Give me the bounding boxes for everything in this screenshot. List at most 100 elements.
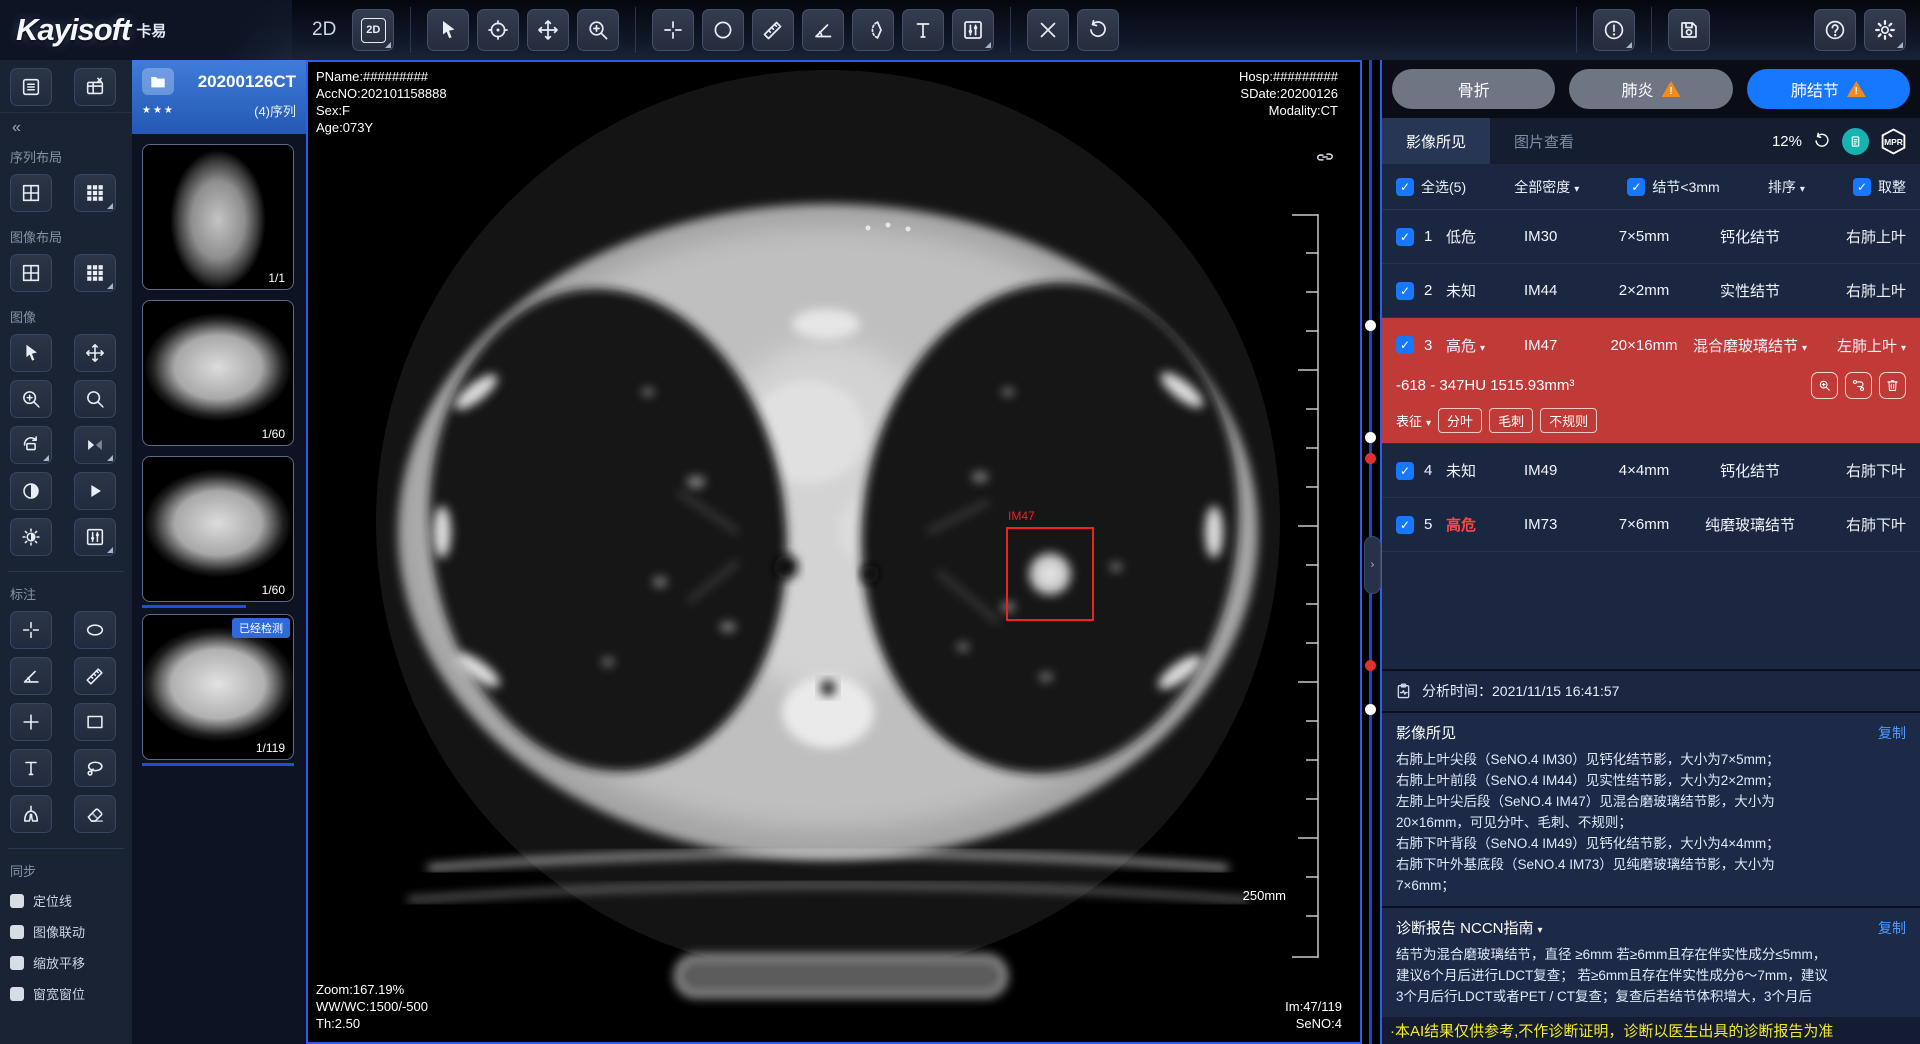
trait-tag[interactable]: 不规则	[1540, 408, 1597, 433]
ellipse-tool-button[interactable]	[702, 9, 744, 51]
series-list-button[interactable]	[10, 68, 52, 106]
point-annotate-button[interactable]	[10, 703, 52, 741]
folder-button[interactable]	[142, 68, 174, 95]
magnify-button[interactable]	[74, 380, 116, 418]
checkbox-unchecked[interactable]	[10, 925, 24, 939]
checkbox-checked[interactable]	[1396, 336, 1414, 354]
nodule-row-2[interactable]: 2 未知 IM44 2×2mm 实性结节 右肺上叶	[1382, 264, 1920, 318]
ruler-tool-button[interactable]	[752, 9, 794, 51]
text-annotation-button[interactable]	[902, 9, 944, 51]
image-grid-2x2-button[interactable]	[10, 254, 52, 292]
reset-view-button[interactable]	[1077, 9, 1119, 51]
nodule-marker[interactable]	[1365, 704, 1376, 715]
small-nodule-checkbox[interactable]: 结节<3mm	[1627, 177, 1719, 197]
nodule-row-3-selected[interactable]: 3 高危 IM47 20×16mm 混合磨玻璃结节 左肺上叶	[1382, 318, 1920, 372]
lung-segment-button[interactable]	[10, 795, 52, 833]
round-checkbox[interactable]: 取整	[1853, 177, 1906, 197]
ct-axial-image[interactable]: IM47	[308, 62, 1360, 1042]
nodule-type-dropdown[interactable]: 混合磨玻璃结节	[1692, 335, 1808, 356]
zoom-tool-button[interactable]	[577, 9, 619, 51]
checkbox-unchecked[interactable]	[10, 987, 24, 1001]
mpr-button[interactable]: MPR	[1879, 127, 1908, 156]
series-thumbnail-axial-2[interactable]: 1/60	[142, 456, 294, 602]
settings-button[interactable]	[1864, 9, 1906, 51]
sync-option-zoom-pan[interactable]: 缩放平移	[0, 947, 132, 978]
angle-tool-button[interactable]	[802, 9, 844, 51]
series-grid-2x2-button[interactable]	[10, 174, 52, 212]
text-annotate-button[interactable]	[10, 749, 52, 787]
select-all-checkbox[interactable]: 全选(5)	[1396, 177, 1466, 197]
eraser-button[interactable]	[74, 795, 116, 833]
ct-viewport[interactable]: IM47 PName:######### AccNO:202101158888 …	[306, 60, 1362, 1044]
angle-annotate-button[interactable]	[10, 657, 52, 695]
refresh-icon[interactable]	[1812, 131, 1832, 151]
cobb-angle-tool-button[interactable]	[852, 9, 894, 51]
nodule-row-4[interactable]: 4 未知 IM49 4×4mm 钙化结节 右肺下叶	[1382, 444, 1920, 498]
delete-nodule-button[interactable]	[1879, 372, 1906, 399]
layout-2d-button[interactable]: 2D	[352, 9, 394, 51]
pan-tool-button[interactable]	[527, 9, 569, 51]
series-grid-3x3-button[interactable]	[74, 174, 116, 212]
flip-button[interactable]	[74, 426, 116, 464]
series-thumbnail-scout[interactable]: 1/1	[142, 144, 294, 290]
sync-option-image-link[interactable]: 图像联动	[0, 916, 132, 947]
image-grid-3x3-button[interactable]	[74, 254, 116, 292]
checkbox-checked[interactable]	[1396, 516, 1414, 534]
crosshair-tool-button[interactable]	[652, 9, 694, 51]
close-panel-button[interactable]	[74, 68, 116, 106]
select-tool-button[interactable]	[427, 9, 469, 51]
lasso-annotate-button[interactable]	[74, 749, 116, 787]
localize-tool-button[interactable]	[477, 9, 519, 51]
checkbox-checked[interactable]	[1396, 228, 1414, 246]
rotate-button[interactable]	[10, 426, 52, 464]
nodule-marker[interactable]	[1365, 320, 1376, 331]
subtab-findings[interactable]: 影像所见	[1382, 118, 1490, 164]
trait-tag[interactable]: 毛刺	[1489, 408, 1533, 433]
ellipse-annotate-button[interactable]	[74, 611, 116, 649]
ruler-annotate-button[interactable]	[74, 657, 116, 695]
magnify-nodule-button[interactable]	[1811, 372, 1838, 399]
checkbox-checked[interactable]	[1853, 178, 1871, 196]
sort-dropdown[interactable]: 排序	[1768, 177, 1805, 197]
help-button[interactable]	[1814, 9, 1856, 51]
density-dropdown[interactable]: 全部密度	[1514, 177, 1579, 197]
window-preset-button[interactable]	[74, 518, 116, 556]
subtab-image-view[interactable]: 图片查看	[1490, 118, 1598, 164]
nodule-row-5[interactable]: 5 高危 IM73 7×6mm 纯磨玻璃结节 右肺下叶	[1382, 498, 1920, 552]
nodule-row-1[interactable]: 1 低危 IM30 7×5mm 钙化结节 右肺上叶	[1382, 210, 1920, 264]
report-title-dropdown[interactable]: 诊断报告 NCCN指南	[1396, 917, 1543, 938]
crosshair-annotate-button[interactable]	[10, 611, 52, 649]
tab-fracture[interactable]: 骨折	[1392, 69, 1555, 109]
clear-annotations-button[interactable]	[1027, 9, 1069, 51]
sync-option-localizer[interactable]: 定位线	[0, 885, 132, 916]
panel-expand-handle[interactable]	[1364, 536, 1381, 594]
tab-lung-nodule[interactable]: 肺结节	[1747, 69, 1910, 109]
checkbox-unchecked[interactable]	[10, 956, 24, 970]
report-chat-button[interactable]	[1842, 128, 1869, 155]
checkbox-unchecked[interactable]	[10, 894, 24, 908]
select-button[interactable]	[10, 334, 52, 372]
nodule-location-dropdown[interactable]: 左肺上叶	[1808, 335, 1906, 356]
checkbox-checked[interactable]	[1396, 178, 1414, 196]
save-button[interactable]	[1668, 9, 1710, 51]
rectangle-annotate-button[interactable]	[74, 703, 116, 741]
series-thumbnail-axial-1[interactable]: 1/60	[142, 300, 294, 446]
nodule-marker-active[interactable]	[1365, 660, 1376, 671]
checkbox-checked[interactable]	[1396, 282, 1414, 300]
sync-option-window[interactable]: 窗宽窗位	[0, 978, 132, 1009]
brightness-button[interactable]	[10, 518, 52, 556]
nodule-marker[interactable]	[1365, 432, 1376, 443]
trait-tag[interactable]: 分叶	[1438, 408, 1482, 433]
study-header[interactable]: 20200126CT ★★★ (4)序列	[132, 60, 306, 134]
copy-findings-button[interactable]: 复制	[1878, 723, 1906, 743]
series-thumbnail-axial-3[interactable]: 已经检测 1/119	[142, 614, 294, 760]
trait-dropdown[interactable]: 表征	[1396, 411, 1431, 430]
tab-pneumonia[interactable]: 肺炎	[1569, 69, 1732, 109]
window-level-button[interactable]	[952, 9, 994, 51]
invert-button[interactable]	[10, 472, 52, 510]
checkbox-checked[interactable]	[1396, 462, 1414, 480]
nodule-marker-active[interactable]	[1365, 453, 1376, 464]
collapse-sidebar-button[interactable]	[0, 113, 132, 137]
checkbox-checked[interactable]	[1627, 178, 1645, 196]
compare-nodule-button[interactable]	[1845, 372, 1872, 399]
